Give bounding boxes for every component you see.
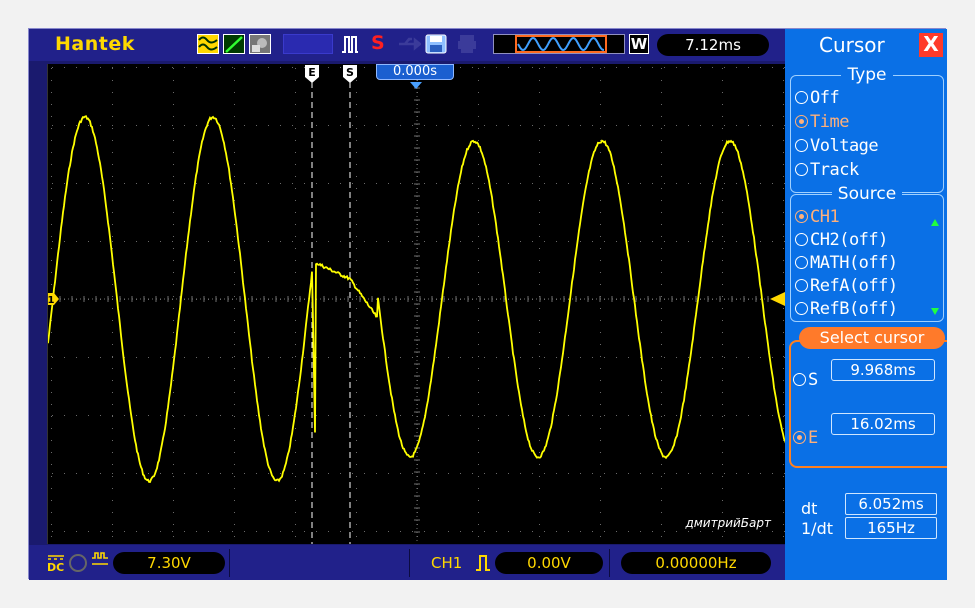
memory-depth-icon: [493, 34, 625, 54]
probe-icon[interactable]: [91, 552, 109, 572]
trigger-source-label[interactable]: CH1: [431, 554, 462, 572]
radio-icon: [795, 279, 808, 292]
type-option-label: Track: [810, 160, 859, 180]
snapshot-icon[interactable]: [249, 34, 271, 54]
source-option-label: MATH(off): [810, 253, 898, 273]
ch1-scale-readout[interactable]: 7.30V: [113, 552, 225, 574]
save-icon[interactable]: [425, 34, 447, 54]
inv-dt-value: 165Hz: [845, 517, 937, 539]
trigger-level-readout[interactable]: 0.00V: [495, 552, 603, 574]
slope-icon[interactable]: [223, 34, 245, 54]
watermark-text: дмитрийБарт: [685, 516, 771, 530]
type-option-time[interactable]: Time: [795, 112, 849, 132]
print-icon[interactable]: [457, 34, 477, 54]
source-option-refb[interactable]: RefB(off): [795, 299, 898, 319]
cursor-e-marker-label: E: [308, 66, 316, 79]
radio-icon: [793, 431, 806, 444]
waveform-graph: E S 1: [48, 64, 786, 544]
radio-icon: [795, 256, 808, 269]
source-option-label: CH1: [810, 207, 840, 227]
scroll-up-icon[interactable]: [931, 219, 939, 226]
select-cursor-title: Select cursor: [799, 327, 945, 349]
scroll-down-icon[interactable]: [931, 308, 939, 315]
save-label-icon[interactable]: S: [371, 32, 385, 54]
divider: [409, 549, 410, 577]
ch1-level-marker-label: 1: [48, 295, 55, 306]
source-group: Source CH1 CH2(off) MATH(off) RefA(off) …: [790, 184, 944, 322]
cursor-s-marker[interactable]: S: [343, 65, 357, 83]
type-option-track[interactable]: Track: [795, 160, 859, 180]
oscilloscope-window: Hantek S W 7.12ms E S 1 0.000s дмитрийБа…: [28, 28, 947, 580]
coupling-indicator[interactable]: DC: [47, 553, 65, 573]
cursor-s-option[interactable]: S: [793, 370, 818, 390]
divider: [229, 549, 230, 577]
divider: [609, 549, 610, 577]
radio-icon: [795, 91, 808, 104]
cursor-s-value[interactable]: 9.968ms: [831, 359, 935, 381]
bottom-status-bar: DC 7.30V CH1 0.00V 0.00000Hz: [29, 545, 785, 580]
ch1-level-marker[interactable]: 1: [48, 293, 59, 306]
dt-label: dt: [801, 499, 818, 518]
trigger-level-marker[interactable]: [770, 292, 785, 306]
type-option-label: Time: [810, 112, 849, 132]
source-option-label: RefA(off): [810, 276, 898, 296]
cursor-s-label: S: [808, 370, 818, 390]
cursor-e-value[interactable]: 16.02ms: [831, 413, 935, 435]
cursor-s-marker-label: S: [346, 66, 354, 79]
source-option-label: CH2(off): [810, 230, 888, 250]
usb-icon: [397, 34, 423, 54]
bandwidth-limit-icon[interactable]: [69, 554, 87, 572]
graticule: [48, 64, 786, 544]
type-option-voltage[interactable]: Voltage: [795, 136, 879, 156]
close-button[interactable]: X: [919, 33, 943, 57]
trigger-position-label: 0.000s: [376, 64, 454, 80]
trigger-position-marker[interactable]: [410, 82, 422, 89]
type-option-label: Off: [810, 88, 840, 108]
status-field: [283, 34, 333, 54]
cursor-e-label: E: [808, 428, 818, 448]
timebase-readout[interactable]: 7.12ms: [657, 34, 769, 56]
scope-display[interactable]: E S 1 0.000s дмитрийБарт: [47, 64, 786, 544]
waveform-icon[interactable]: [197, 34, 219, 54]
type-group-title: Type: [841, 65, 893, 85]
source-option-refa[interactable]: RefA(off): [795, 276, 898, 296]
radio-icon: [795, 139, 808, 152]
trigger-edge-icon[interactable]: [475, 554, 491, 572]
pulse-icon[interactable]: [341, 34, 359, 54]
type-option-label: Voltage: [810, 136, 879, 156]
radio-icon: [793, 373, 806, 386]
cursor-panel: Cursor X Type Off Time Voltage Track Sou…: [785, 29, 947, 580]
source-option-label: RefB(off): [810, 299, 898, 319]
radio-icon: [795, 210, 808, 223]
cursor-e-option[interactable]: E: [793, 428, 818, 448]
radio-icon: [795, 115, 808, 128]
radio-icon: [795, 163, 808, 176]
source-option-ch1[interactable]: CH1: [795, 207, 840, 227]
source-option-math[interactable]: MATH(off): [795, 253, 898, 273]
radio-icon: [795, 233, 808, 246]
coupling-label: DC: [47, 561, 65, 574]
top-toolbar: Hantek S W 7.12ms: [29, 29, 785, 61]
type-group: Type Off Time Voltage Track: [790, 65, 944, 193]
cursor-e-marker[interactable]: E: [305, 65, 319, 83]
source-option-ch2[interactable]: CH2(off): [795, 230, 888, 250]
window-icon[interactable]: W: [629, 34, 649, 54]
dt-value: 6.052ms: [845, 493, 937, 515]
radio-icon: [795, 302, 808, 315]
source-group-title: Source: [831, 184, 903, 204]
frequency-readout: 0.00000Hz: [621, 552, 771, 574]
brand-logo: Hantek: [55, 33, 135, 55]
type-option-off[interactable]: Off: [795, 88, 840, 108]
inv-dt-label: 1/dt: [801, 519, 833, 538]
